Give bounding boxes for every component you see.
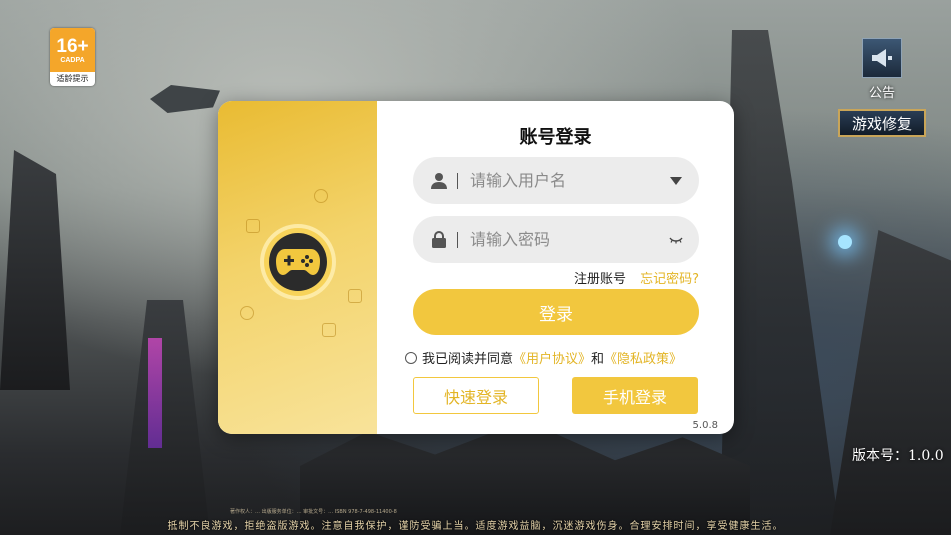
doodle-icon — [348, 289, 362, 303]
privacy-policy-link[interactable]: 《隐私政策》 — [604, 348, 682, 367]
bg-light — [838, 235, 852, 249]
doodle-icon — [314, 189, 328, 203]
health-notice: 抵制不良游戏，拒绝盗版游戏。注意自我保护，谨防受骗上当。适度游戏益脑，沉迷游戏伤… — [167, 521, 784, 532]
age-rating: 16+ — [56, 35, 89, 57]
dialog-title: 账号登录 — [519, 127, 592, 148]
lock-icon — [431, 231, 447, 248]
doodle-icon — [246, 219, 260, 233]
doodle-icon — [240, 306, 254, 320]
eye-closed-icon[interactable] — [669, 236, 683, 244]
login-button[interactable]: 登录 — [413, 289, 699, 335]
register-link[interactable]: 注册账号 — [574, 272, 626, 287]
age-rating-tip: 适龄提示 — [56, 74, 89, 83]
user-icon — [431, 173, 447, 189]
chevron-down-icon[interactable] — [669, 176, 683, 186]
gamepad-icon — [269, 233, 327, 291]
user-agreement-link[interactable]: 《用户协议》 — [513, 348, 591, 367]
username-input[interactable] — [468, 170, 662, 191]
client-version: 版本号：1.0.0 — [852, 448, 944, 464]
agreement-row: 我已阅读并同意 《用户协议》 和 《隐私政策》 — [405, 348, 682, 367]
agree-and: 和 — [591, 352, 605, 367]
bg-neon-sign — [148, 338, 162, 448]
forgot-password-link[interactable]: 忘记密码? — [640, 272, 699, 287]
game-repair-button[interactable]: 游戏修复 — [838, 109, 926, 137]
age-rating-badge[interactable]: 16+ CADPA 适龄提示 — [50, 28, 95, 86]
password-field[interactable] — [413, 216, 699, 263]
notice-button[interactable]: 公告 — [862, 38, 902, 101]
age-rating-org: CADPA — [60, 56, 85, 64]
bg-spaceship — [150, 85, 220, 113]
publishing-info: 著作权人：… 出版服务单位：… 审批文号：… ISBN 978-7-498-11… — [230, 509, 397, 515]
bg-tower — [830, 230, 951, 535]
quick-login-button[interactable]: 快速登录 — [413, 377, 539, 414]
bg-tower — [120, 300, 210, 535]
notice-label: 公告 — [868, 86, 895, 101]
megaphone-icon — [862, 38, 902, 78]
account-links: 注册账号 忘记密码? — [574, 268, 699, 287]
bg-tower — [720, 30, 840, 535]
agree-text: 我已阅读并同意 — [422, 352, 514, 367]
dialog-side-panel — [218, 101, 377, 434]
doodle-icon — [322, 323, 336, 337]
sdk-version: 5.0.8 — [692, 420, 718, 431]
login-form: 账号登录 注册账号 忘记密码? 登录 — [377, 101, 734, 434]
password-input[interactable] — [468, 229, 662, 250]
username-field[interactable] — [413, 157, 699, 204]
phone-login-button[interactable]: 手机登录 — [572, 377, 698, 414]
login-dialog: 账号登录 注册账号 忘记密码? 登录 — [218, 101, 734, 434]
app-logo — [264, 228, 332, 296]
agree-checkbox[interactable] — [405, 351, 417, 364]
bg-tower — [0, 150, 70, 390]
